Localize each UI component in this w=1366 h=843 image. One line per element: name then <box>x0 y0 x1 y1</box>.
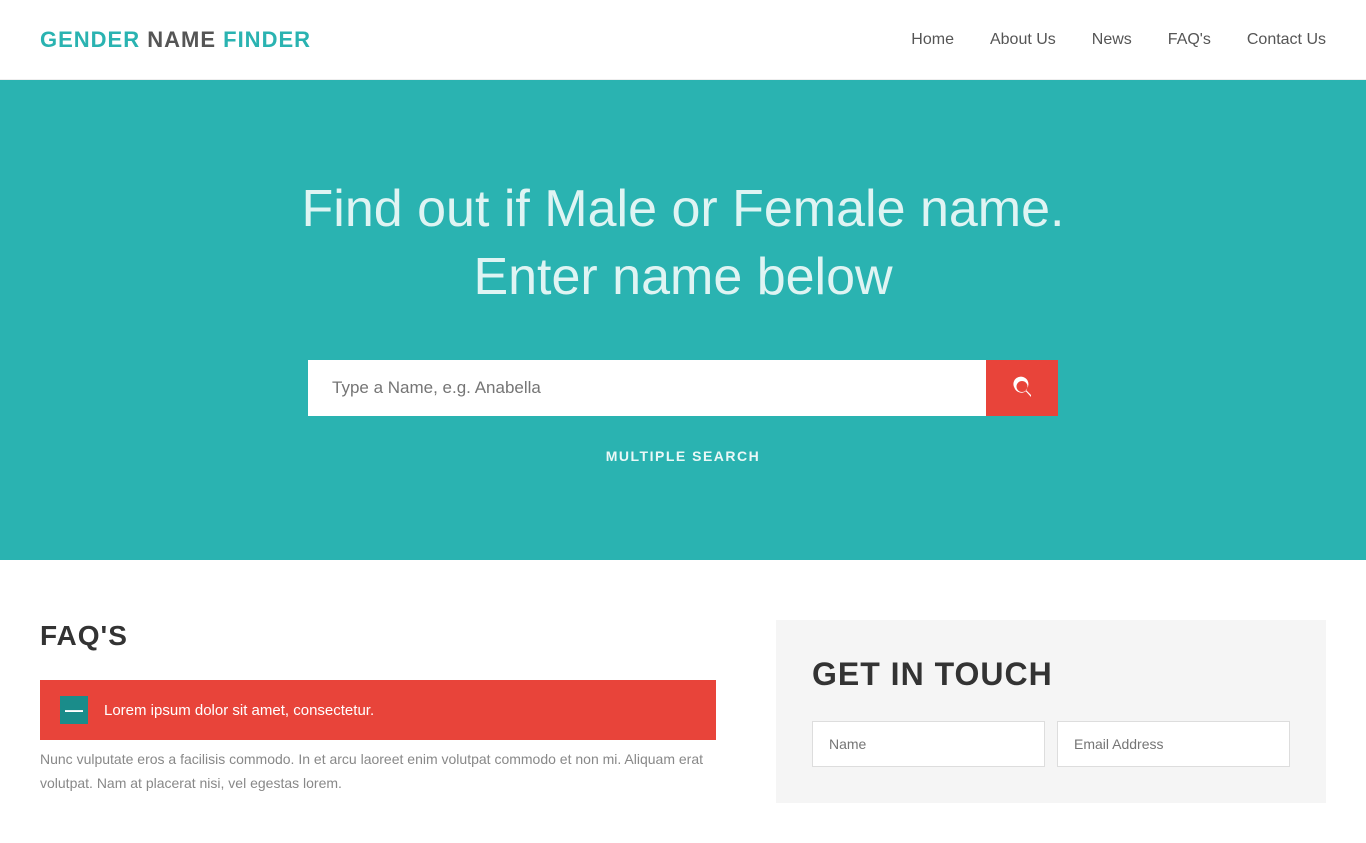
hero-title-line1: Find out if Male or Female name. <box>302 180 1065 238</box>
nav-item-about[interactable]: About Us <box>990 31 1056 49</box>
nav-link-home[interactable]: Home <box>911 31 954 48</box>
contact-fields <box>812 721 1290 767</box>
search-icon <box>1010 376 1034 400</box>
nav-item-home[interactable]: Home <box>911 31 954 49</box>
hero-title: Find out if Male or Female name. Enter n… <box>302 176 1065 311</box>
nav-item-contact[interactable]: Contact Us <box>1247 31 1326 49</box>
brand-finder: FINDER <box>223 27 311 52</box>
contact-name-input[interactable] <box>812 721 1045 767</box>
faq-section: FAQ'S — Lorem ipsum dolor sit amet, cons… <box>40 620 716 803</box>
nav-item-faqs[interactable]: FAQ's <box>1168 31 1211 49</box>
hero-title-line2: Enter name below <box>473 248 892 306</box>
hero-section: Find out if Male or Female name. Enter n… <box>0 80 1366 560</box>
nav-link-contact[interactable]: Contact Us <box>1247 31 1326 48</box>
site-logo[interactable]: GENDER NAME FINDER <box>40 27 311 53</box>
search-input[interactable] <box>308 360 986 416</box>
nav-item-news[interactable]: News <box>1092 31 1132 49</box>
search-box <box>308 360 1058 416</box>
brand-name: NAME <box>140 27 223 52</box>
search-button[interactable] <box>986 360 1058 416</box>
faq-accordion-item: — Lorem ipsum dolor sit amet, consectetu… <box>40 680 716 740</box>
multiple-search-link[interactable]: MULTIPLE SEARCH <box>606 448 760 464</box>
faq-accordion-header[interactable]: — Lorem ipsum dolor sit amet, consectetu… <box>40 680 716 740</box>
faq-toggle-icon: — <box>60 696 88 724</box>
faq-title: FAQ'S <box>40 620 716 652</box>
navbar: GENDER NAME FINDER Home About Us News FA… <box>0 0 1366 80</box>
nav-links: Home About Us News FAQ's Contact Us <box>911 31 1326 49</box>
bottom-section: FAQ'S — Lorem ipsum dolor sit amet, cons… <box>0 560 1366 843</box>
contact-section: GET IN TOUCH <box>776 620 1326 803</box>
nav-link-faqs[interactable]: FAQ's <box>1168 31 1211 48</box>
nav-link-news[interactable]: News <box>1092 31 1132 48</box>
faq-body-text: Nunc vulputate eros a facilisis commodo.… <box>40 748 716 796</box>
faq-question: Lorem ipsum dolor sit amet, consectetur. <box>104 702 374 719</box>
contact-title: GET IN TOUCH <box>812 656 1290 693</box>
nav-link-about[interactable]: About Us <box>990 31 1056 48</box>
brand-gender: GENDER <box>40 27 140 52</box>
contact-email-input[interactable] <box>1057 721 1290 767</box>
